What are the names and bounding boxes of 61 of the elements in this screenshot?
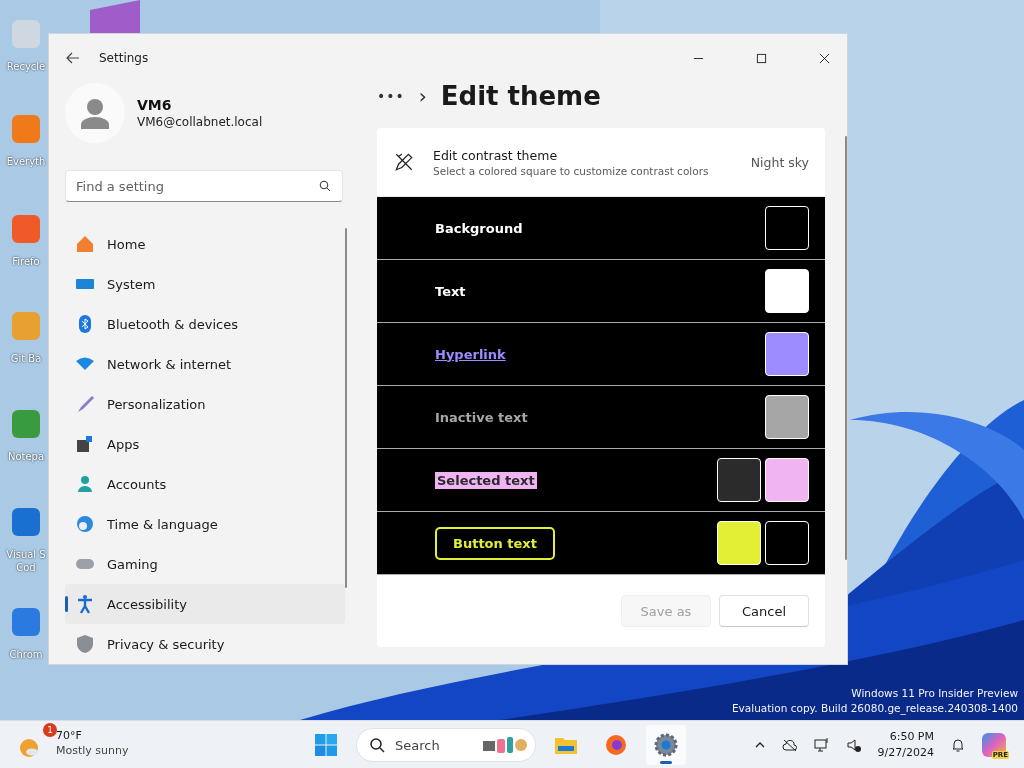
color-label: Text	[435, 283, 466, 299]
accessibility-icon	[75, 594, 95, 614]
sidebar-item[interactable]: Home	[65, 224, 345, 264]
color-swatch[interactable]	[765, 521, 809, 565]
color-swatch[interactable]	[765, 332, 809, 376]
search-icon	[319, 180, 331, 192]
window-title: Settings	[99, 51, 149, 65]
more-button[interactable]: •••	[377, 88, 405, 104]
sidebar-item[interactable]: Personalization	[65, 384, 345, 424]
sidebar-item[interactable]: Apps	[65, 424, 345, 464]
speaker-muted-icon[interactable]	[845, 736, 862, 753]
card-title: Edit contrast theme	[433, 147, 559, 163]
theme-name: Night sky	[750, 154, 809, 170]
sidebar-item[interactable]: Gaming	[65, 544, 345, 584]
watermark-text: Windows 11 Pro Insider Preview	[851, 686, 1018, 701]
sidebar-item[interactable]: Accessibility	[65, 584, 345, 624]
clock-time[interactable]: 6:50 PM	[889, 728, 934, 745]
notification-badge: 1	[43, 723, 57, 737]
pencil-ruler-icon	[393, 151, 415, 173]
card-subtitle: Select a colored square to customize contrast colors	[433, 164, 709, 177]
sidebar-item[interactable]: Network & internet	[65, 344, 345, 384]
user-email: VM6@collabnet.local	[137, 115, 263, 129]
taskbar-search[interactable]: Search	[356, 728, 536, 762]
avatar-icon	[65, 83, 125, 143]
page-title: Edit theme	[440, 81, 601, 111]
bell-icon[interactable]	[950, 736, 966, 753]
sidebar-item[interactable]: Bluetooth & devices	[65, 304, 345, 344]
color-swatch[interactable]	[765, 206, 809, 250]
color-swatch[interactable]	[765, 458, 809, 502]
sidebar-item[interactable]: Time & language	[65, 504, 345, 544]
clock-date[interactable]: 9/27/2024	[877, 744, 934, 761]
monitor-icon[interactable]	[813, 736, 830, 753]
home-icon	[75, 234, 95, 254]
sidebar-item[interactable]: System	[65, 264, 345, 304]
dialog-button[interactable]: Cancel	[719, 595, 809, 627]
taskbar-app[interactable]	[646, 725, 686, 765]
color-swatch[interactable]	[717, 458, 761, 502]
back-icon[interactable]	[65, 50, 81, 66]
user-name: VM6	[137, 97, 173, 113]
sidebar-item[interactable]: Privacy & security	[65, 624, 345, 664]
sidebar-item[interactable]: Accounts	[65, 464, 345, 504]
shield-icon	[75, 634, 95, 654]
weather-condition: Mostly sunny	[56, 743, 129, 758]
apps-icon	[75, 434, 95, 454]
color-label: Selected text	[435, 471, 537, 489]
gear-icon	[654, 733, 678, 757]
browser-icon	[604, 733, 628, 757]
color-swatch[interactable]	[717, 521, 761, 565]
temperature: 70°F	[56, 728, 83, 743]
search-icon	[369, 737, 385, 753]
color-label[interactable]: Hyperlink	[435, 346, 506, 362]
person-icon	[75, 474, 95, 494]
color-swatch[interactable]	[765, 395, 809, 439]
brush-icon	[75, 394, 95, 414]
color-swatch[interactable]	[765, 269, 809, 313]
color-label: Inactive text	[435, 409, 528, 425]
watermark-text: Evaluation copy. Build 26080.ge_release.240308-1400	[731, 701, 1018, 716]
search-field[interactable]: Find a setting	[65, 170, 343, 202]
sample-button[interactable]: Button text	[435, 526, 555, 560]
color-label: Background	[435, 220, 523, 236]
breadcrumb-separator: ›	[418, 84, 427, 108]
